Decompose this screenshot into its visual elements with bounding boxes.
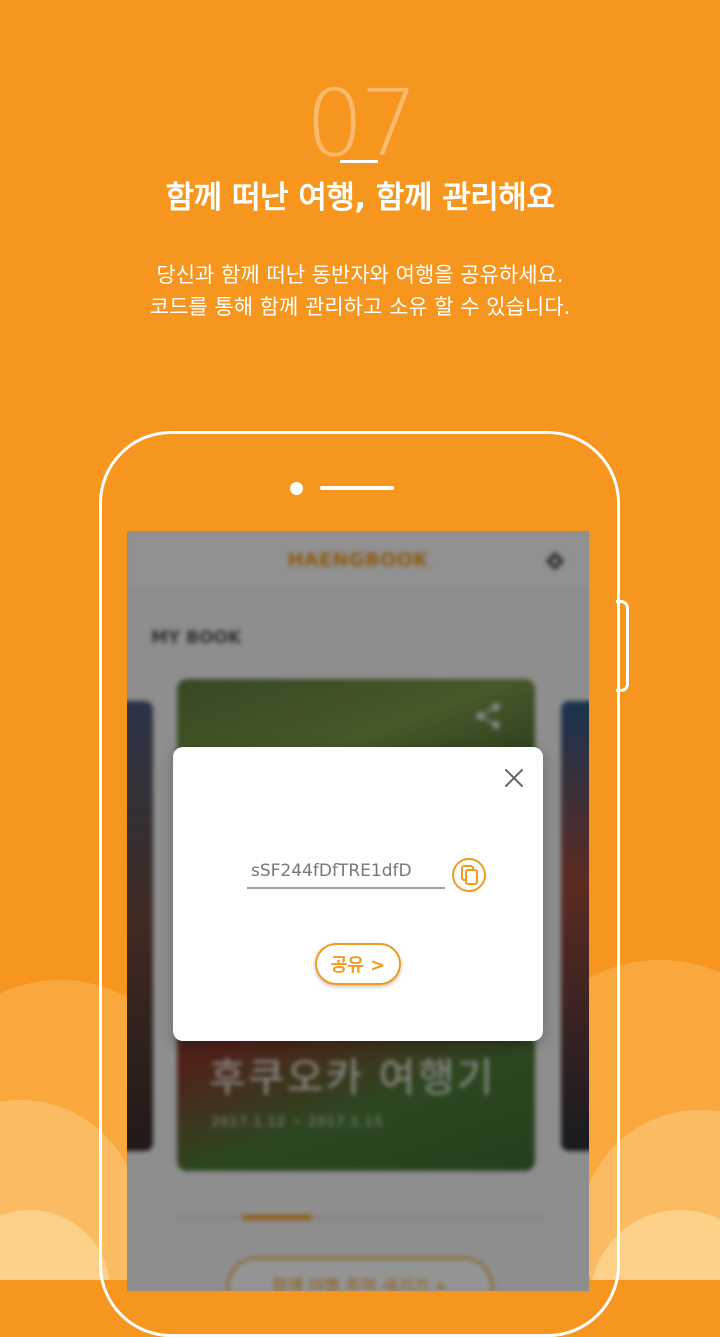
phone-side-button (616, 600, 629, 692)
step-number: 07 (305, 70, 418, 177)
step-divider (340, 160, 378, 163)
description-line-2: 코드를 통해 함께 관리하고 소유 할 수 있습니다. (149, 295, 571, 319)
phone-speaker (320, 486, 394, 490)
phone-camera (290, 482, 303, 495)
page-description: 당신과 함께 떠난 동반자와 여행을 공유하세요. 코드를 통해 함께 관리하고… (0, 259, 720, 323)
page-headline: 함께 떠난 여행, 함께 관리해요 (165, 180, 555, 216)
phone-frame (99, 431, 620, 1337)
description-line-1: 당신과 함께 떠난 동반자와 여행을 공유하세요. (156, 263, 564, 287)
